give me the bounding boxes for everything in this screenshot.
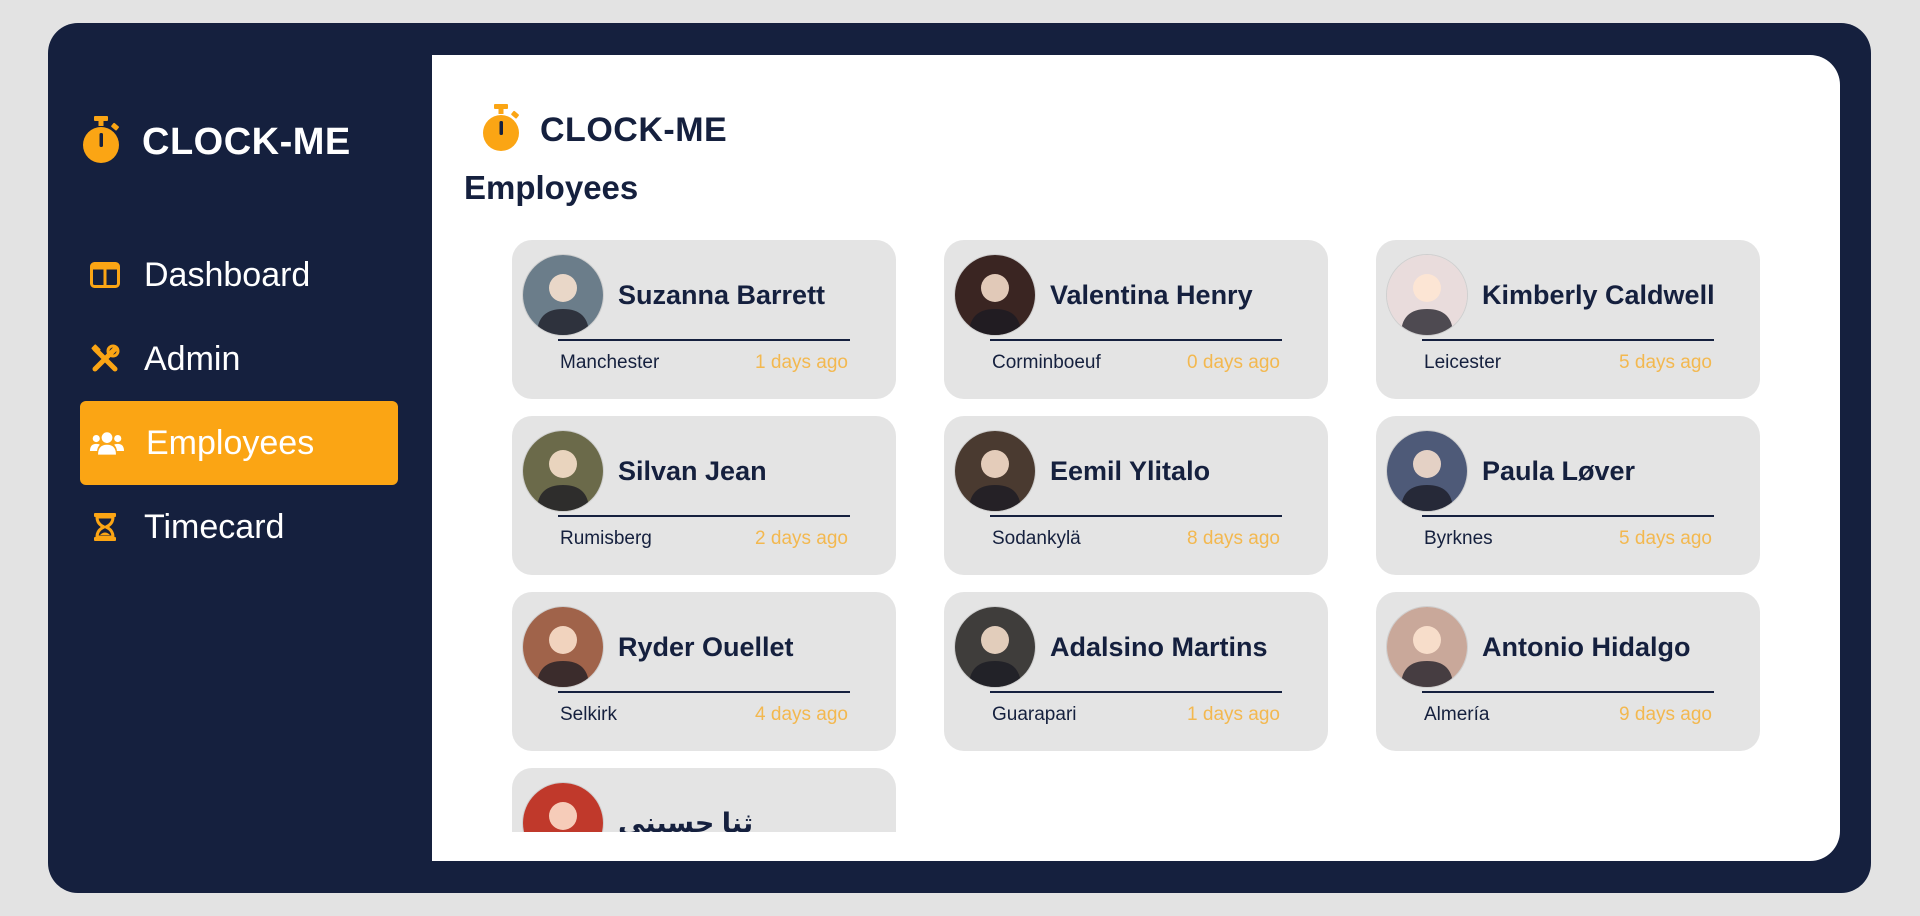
employee-name: ثنا حسيني [618,808,754,832]
page-title: Employees [464,169,639,206]
card-divider [1422,339,1714,341]
sidebar-item-admin[interactable]: Admin [80,317,398,401]
avatar [954,430,1036,512]
employee-grid-viewport[interactable]: Suzanna Barrett Manchester 1 days ago Va… [512,240,1772,832]
employee-card[interactable]: Eemil Ylitalo Sodankylä 8 days ago [944,416,1328,575]
avatar [522,430,604,512]
main-brand: CLOCK-ME [480,103,727,158]
employee-city: Rumisberg [560,528,652,549]
brand-name: CLOCK-ME [540,111,728,149]
employee-last-seen: 8 days ago [1187,528,1280,549]
card-divider [990,515,1282,517]
tools-icon [88,342,122,376]
employee-card[interactable]: Suzanna Barrett Manchester 1 days ago [512,240,896,399]
employee-last-seen: 4 days ago [755,704,848,725]
employee-city: Guarapari [992,704,1077,725]
sidebar-item-timecard[interactable]: Timecard [80,485,398,569]
sidebar-item-label: Employees [146,423,315,462]
dashboard-icon [88,258,122,292]
employee-name: Eemil Ylitalo [1050,456,1211,486]
employee-name: Valentina Henry [1050,280,1253,310]
users-icon [90,426,124,460]
card-divider [990,339,1282,341]
sidebar: CLOCK-ME Dashboard Admin Employees Timec… [48,23,432,893]
employee-card[interactable]: Antonio Hidalgo Almería 9 days ago [1376,592,1760,751]
card-divider [1422,515,1714,517]
employee-last-seen: 1 days ago [1187,704,1280,725]
employee-last-seen: 5 days ago [1619,528,1712,549]
employee-city: Corminboeuf [992,352,1101,373]
sidebar-item-label: Dashboard [144,255,311,294]
avatar [954,606,1036,688]
employee-last-seen: 0 days ago [1187,352,1280,373]
employee-last-seen: 2 days ago [755,528,848,549]
brand-name: CLOCK-ME [142,121,351,163]
card-divider [558,515,850,517]
employee-card[interactable]: Silvan Jean Rumisberg 2 days ago [512,416,896,575]
avatar [522,782,604,832]
employee-name: Kimberly Caldwell [1482,280,1715,310]
employee-grid: Suzanna Barrett Manchester 1 days ago Va… [512,240,1772,832]
card-divider [990,691,1282,693]
employee-card[interactable]: Paula Løver Byrknes 5 days ago [1376,416,1760,575]
sidebar-item-label: Timecard [144,507,285,546]
avatar [522,606,604,688]
employee-card[interactable]: Ryder Ouellet Selkirk 4 days ago [512,592,896,751]
employee-name: Suzanna Barrett [618,280,826,310]
employee-city: Manchester [560,352,660,373]
card-divider [1422,691,1714,693]
employee-name: Ryder Ouellet [618,632,794,662]
sidebar-item-employees[interactable]: Employees [80,401,398,485]
employee-last-seen: 9 days ago [1619,704,1712,725]
card-divider [558,339,850,341]
employee-city: Selkirk [560,704,618,725]
employee-city: Sodankylä [992,528,1081,549]
employee-last-seen: 1 days ago [755,352,848,373]
sidebar-brand[interactable]: CLOCK-ME [80,115,351,170]
employee-card[interactable]: Adalsino Martins Guarapari 1 days ago [944,592,1328,751]
employee-card[interactable]: Kimberly Caldwell Leicester 5 days ago [1376,240,1760,399]
employee-last-seen: 5 days ago [1619,352,1712,373]
stopwatch-icon [80,115,122,170]
employee-city: Leicester [1424,352,1502,373]
card-divider [558,691,850,693]
employee-card[interactable]: ثنا حسيني [512,768,896,832]
avatar [1386,254,1468,336]
employee-city: Almería [1424,704,1490,725]
employee-name: Antonio Hidalgo [1482,632,1691,662]
employee-name: Silvan Jean [618,456,767,486]
sidebar-nav: Dashboard Admin Employees Timecard [80,233,398,569]
employee-city: Byrknes [1424,528,1493,549]
hourglass-icon [88,510,122,544]
main-panel: CLOCK-ME Employees Suzanna Barrett Manch… [432,55,1840,861]
avatar [1386,606,1468,688]
avatar [522,254,604,336]
employee-name: Adalsino Martins [1050,632,1268,662]
avatar [954,254,1036,336]
employee-card[interactable]: Valentina Henry Corminboeuf 0 days ago [944,240,1328,399]
app-frame: CLOCK-ME Dashboard Admin Employees Timec… [48,23,1871,893]
sidebar-item-label: Admin [144,339,241,378]
sidebar-item-dashboard[interactable]: Dashboard [80,233,398,317]
employee-name: Paula Løver [1482,456,1636,486]
stopwatch-icon [480,103,522,158]
avatar [1386,430,1468,512]
